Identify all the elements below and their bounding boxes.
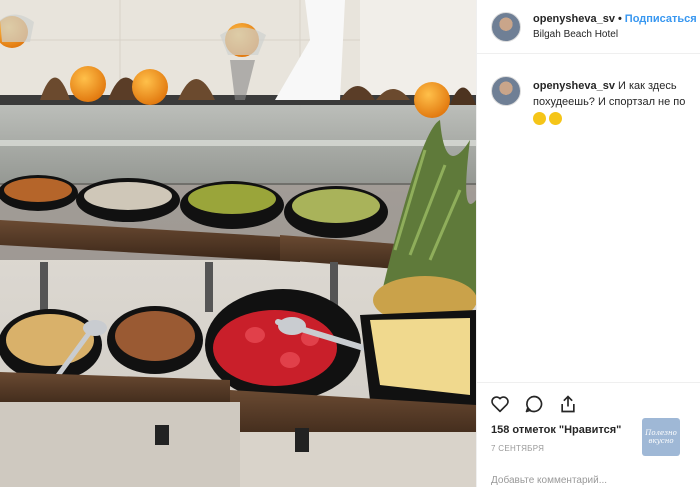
- likes-count[interactable]: 158 отметок "Нравится": [491, 424, 621, 436]
- caption-text-1: И как здесь: [618, 80, 677, 92]
- caption-line-1: openysheva_sv И как здесь: [533, 78, 699, 94]
- post-sidebar: openysheva_sv • Подписаться Bilgah Beach H…: [476, 0, 700, 487]
- caption-text: openysheva_sv И как здесь похудеешь? И с…: [533, 78, 699, 126]
- heart-icon[interactable]: [489, 393, 511, 415]
- caption-emojis: [533, 110, 699, 126]
- share-icon[interactable]: [557, 393, 579, 415]
- pensive-face-icon: [533, 111, 546, 125]
- username-link[interactable]: openysheva_sv: [533, 13, 615, 25]
- caption-text-2: похудеешь? И спортзал не по: [533, 96, 686, 108]
- post-user-line: openysheva_sv • Подписаться: [533, 13, 697, 25]
- post-date: 7 СЕНТЯБРЯ: [491, 444, 545, 453]
- smiling-face-icon: [549, 111, 562, 125]
- caption-username[interactable]: openysheva_sv: [533, 80, 615, 92]
- brand-stamp-logo: Полезно вкусно: [642, 418, 680, 456]
- buffet-photo: [0, 0, 476, 487]
- add-comment-input[interactable]: Добавьте комментарий...: [491, 475, 607, 486]
- comment-icon[interactable]: [523, 393, 545, 415]
- post-header: openysheva_sv • Подписаться Bilgah Beach H…: [477, 0, 700, 54]
- location-link[interactable]: Bilgah Beach Hotel: [533, 29, 618, 40]
- post-photo[interactable]: [0, 0, 476, 487]
- follow-button[interactable]: Подписаться: [625, 13, 697, 25]
- separator-dot: •: [617, 13, 622, 25]
- caption-avatar[interactable]: [491, 76, 521, 106]
- avatar[interactable]: [491, 12, 521, 42]
- post-actions: 158 отметок "Нравится" 7 СЕНТЯБРЯ Полезн…: [477, 382, 700, 488]
